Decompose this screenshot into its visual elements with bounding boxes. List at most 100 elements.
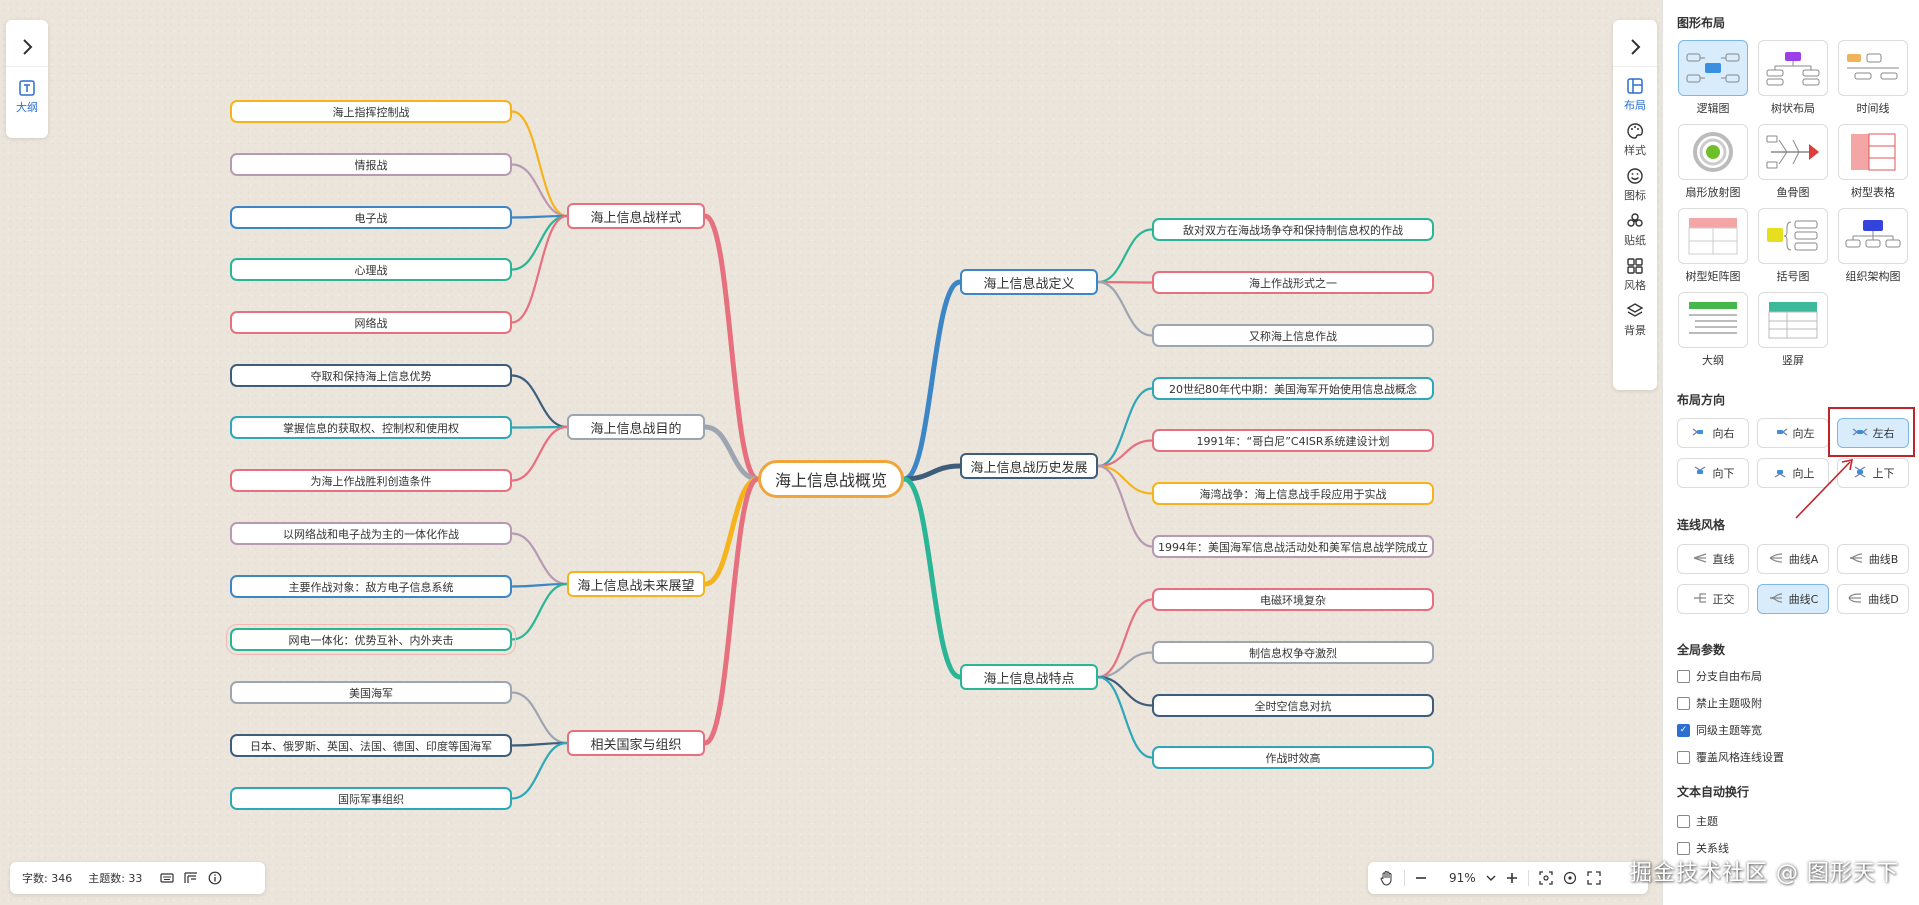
subtopic-node[interactable]: 心理战 (230, 258, 512, 281)
topic-node[interactable]: 海上信息战样式 (567, 203, 705, 229)
minimap-button[interactable] (184, 872, 198, 884)
checkbox-icon[interactable] (1677, 814, 1690, 828)
subtopic-node[interactable]: 敌对双方在海战场争夺和保持制信息权的作战 (1152, 218, 1434, 241)
divider (1527, 870, 1529, 886)
layout-option[interactable]: 树型矩阵图 (1677, 208, 1749, 284)
subtopic-node[interactable]: 海上指挥控制战 (230, 100, 512, 123)
topic-node[interactable]: 海上信息战定义 (960, 269, 1098, 295)
checkbox-checked-icon[interactable]: ✓ (1677, 723, 1690, 737)
subtopic-node[interactable]: 为海上作战胜利创造条件 (230, 469, 512, 492)
checkbox-option[interactable]: 分支自由布局 (1677, 668, 1762, 684)
layout-option[interactable]: 时间线 (1837, 40, 1909, 116)
topic-node[interactable]: 海上信息战目的 (567, 414, 705, 440)
subtopic-node[interactable]: 海湾战争：海上信息战手段应用于实战 (1152, 482, 1434, 505)
toolbar-background[interactable]: 背景 (1613, 302, 1657, 338)
layout-option[interactable]: 组织架构图 (1837, 208, 1909, 284)
toolbar-layout[interactable]: 布局 (1613, 77, 1657, 113)
zoom-level[interactable]: 91% (1449, 871, 1476, 885)
line-style-option[interactable]: 曲线A (1757, 544, 1829, 574)
toolbar-sticker[interactable]: 贴纸 (1613, 212, 1657, 248)
logic-map-icon (1678, 40, 1748, 96)
fullscreen-button[interactable] (1587, 871, 1601, 885)
info-button[interactable] (208, 871, 222, 885)
subtopic-node[interactable]: 主要作战对象：敌方电子信息系统 (230, 575, 512, 598)
subtopic-node[interactable]: 情报战 (230, 153, 512, 176)
fit-screen-icon (1539, 871, 1553, 885)
layout-option[interactable]: 鱼骨图 (1757, 124, 1829, 200)
timeline-icon (1838, 40, 1908, 96)
checkbox-icon[interactable] (1677, 750, 1690, 764)
subtopic-node[interactable]: 以网络战和电子战为主的一体化作战 (230, 522, 512, 545)
checkbox-option[interactable]: 主题 (1677, 813, 1718, 829)
checkbox-option[interactable]: 禁止主题吸附 (1677, 695, 1762, 711)
subtopic-node[interactable]: 制信息权争夺激烈 (1152, 641, 1434, 664)
subtopic-node[interactable]: 全时空信息对抗 (1152, 694, 1434, 717)
layout-option[interactable]: 括号图 (1757, 208, 1829, 284)
layout-option[interactable]: 树状布局 (1757, 40, 1829, 116)
plus-icon (1506, 873, 1517, 883)
checkbox-icon[interactable] (1677, 669, 1690, 683)
direction-option[interactable]: 向左 (1757, 418, 1829, 448)
toolbar-icon[interactable]: 图标 (1613, 167, 1657, 203)
subtopic-node[interactable]: 1994年：美国海军信息战活动处和美军信息战学院成立 (1152, 535, 1434, 558)
line-style-option[interactable]: 曲线D (1837, 584, 1909, 614)
checkbox-option[interactable]: ✓ 同级主题等宽 (1677, 722, 1762, 738)
expand-left-button[interactable] (6, 28, 48, 66)
subtopic-node[interactable]: 美国海军 (230, 681, 512, 704)
subtopic-node[interactable]: 夺取和保持海上信息优势 (230, 364, 512, 387)
checkbox-option[interactable]: 关系线 (1677, 840, 1729, 856)
line-style-option[interactable]: 直线 (1677, 544, 1749, 574)
collapse-panel-button[interactable] (1613, 28, 1657, 66)
line-style-option[interactable]: 正交 (1677, 584, 1749, 614)
zoom-in-button[interactable] (1506, 872, 1518, 884)
subtopic-node[interactable]: 国际军事组织 (230, 787, 512, 810)
topic-node[interactable]: 海上信息战历史发展 (960, 453, 1098, 479)
toolbar-icon-label: 图标 (1624, 189, 1646, 202)
zoom-dropdown[interactable] (1486, 874, 1496, 882)
root-node[interactable]: 海上信息战概览 (758, 460, 904, 498)
subtopic-node[interactable]: 电磁环境复杂 (1152, 588, 1434, 611)
subtopic-node[interactable]: 网电一体化：优势互补、内外夹击 (226, 624, 516, 655)
keyboard-button[interactable] (160, 872, 175, 884)
toolbar-theme[interactable]: 风格 (1613, 257, 1657, 293)
mindmap-canvas[interactable]: 海上信息战样式 海上指挥控制战 情报战电子战心理战网络战海上信息战目的 夺取和保持海上… (0, 0, 1662, 905)
status-bar: 字数: 346 主题数: 33 (10, 862, 265, 894)
zoom-out-button[interactable] (1415, 872, 1427, 884)
topic-node[interactable]: 海上信息战未来展望 (567, 571, 705, 597)
fit-screen-button[interactable] (1539, 871, 1553, 885)
toolbar-style[interactable]: 样式 (1613, 122, 1657, 158)
locate-button[interactable] (1563, 871, 1577, 885)
line-style-option[interactable]: 曲线B (1837, 544, 1909, 574)
outline-button[interactable]: 大纲 (6, 79, 48, 115)
layout-option[interactable]: 扇形放射图 (1677, 124, 1749, 200)
line-style-option[interactable]: 曲线C (1757, 584, 1829, 614)
checkbox-icon[interactable] (1677, 696, 1690, 710)
palette-icon (1627, 123, 1643, 139)
line-style-option-label: 直线 (1712, 553, 1735, 566)
topic-node[interactable]: 相关国家与组织 (567, 730, 705, 756)
direction-option[interactable]: 向下 (1677, 458, 1749, 488)
layout-option[interactable]: 大纲 (1677, 292, 1749, 368)
subtopic-node[interactable]: 海上作战形式之一 (1152, 271, 1434, 294)
topic-node[interactable]: 海上信息战特点 (960, 664, 1098, 690)
checkbox-option[interactable]: 覆盖风格连线设置 (1677, 749, 1784, 765)
hand-tool-button[interactable] (1380, 870, 1394, 886)
line-style-option-label: 曲线C (1788, 593, 1819, 606)
layout-option[interactable]: 树型表格 (1837, 124, 1909, 200)
layout-option[interactable]: 竖屏 (1757, 292, 1829, 368)
subtopic-node[interactable]: 作战时效高 (1152, 746, 1434, 769)
layout-option[interactable]: 逻辑图 (1677, 40, 1749, 116)
checkbox-icon[interactable] (1677, 841, 1690, 855)
subtopic-node[interactable]: 1991年：“哥白尼”C4ISR系统建设计划 (1152, 429, 1434, 452)
outline-layout-icon (1678, 292, 1748, 348)
direction-option-label: 向左 (1792, 427, 1815, 440)
subtopic-node[interactable]: 电子战 (230, 206, 512, 229)
line-style-icon (1692, 592, 1708, 607)
subtopic-node[interactable]: 20世纪80年代中期：美国海军开始使用信息战概念 (1152, 377, 1434, 400)
subtopic-node[interactable]: 网络战 (230, 311, 512, 334)
direction-option[interactable]: 向右 (1677, 418, 1749, 448)
subtopic-node[interactable]: 掌握信息的获取权、控制权和使用权 (230, 416, 512, 439)
subtopic-node[interactable]: 又称海上信息作战 (1152, 324, 1434, 347)
subtopic-node[interactable]: 日本、俄罗斯、英国、法国、德国、印度等国海军 (230, 734, 512, 757)
left-tool-card: 大纲 (6, 20, 48, 138)
